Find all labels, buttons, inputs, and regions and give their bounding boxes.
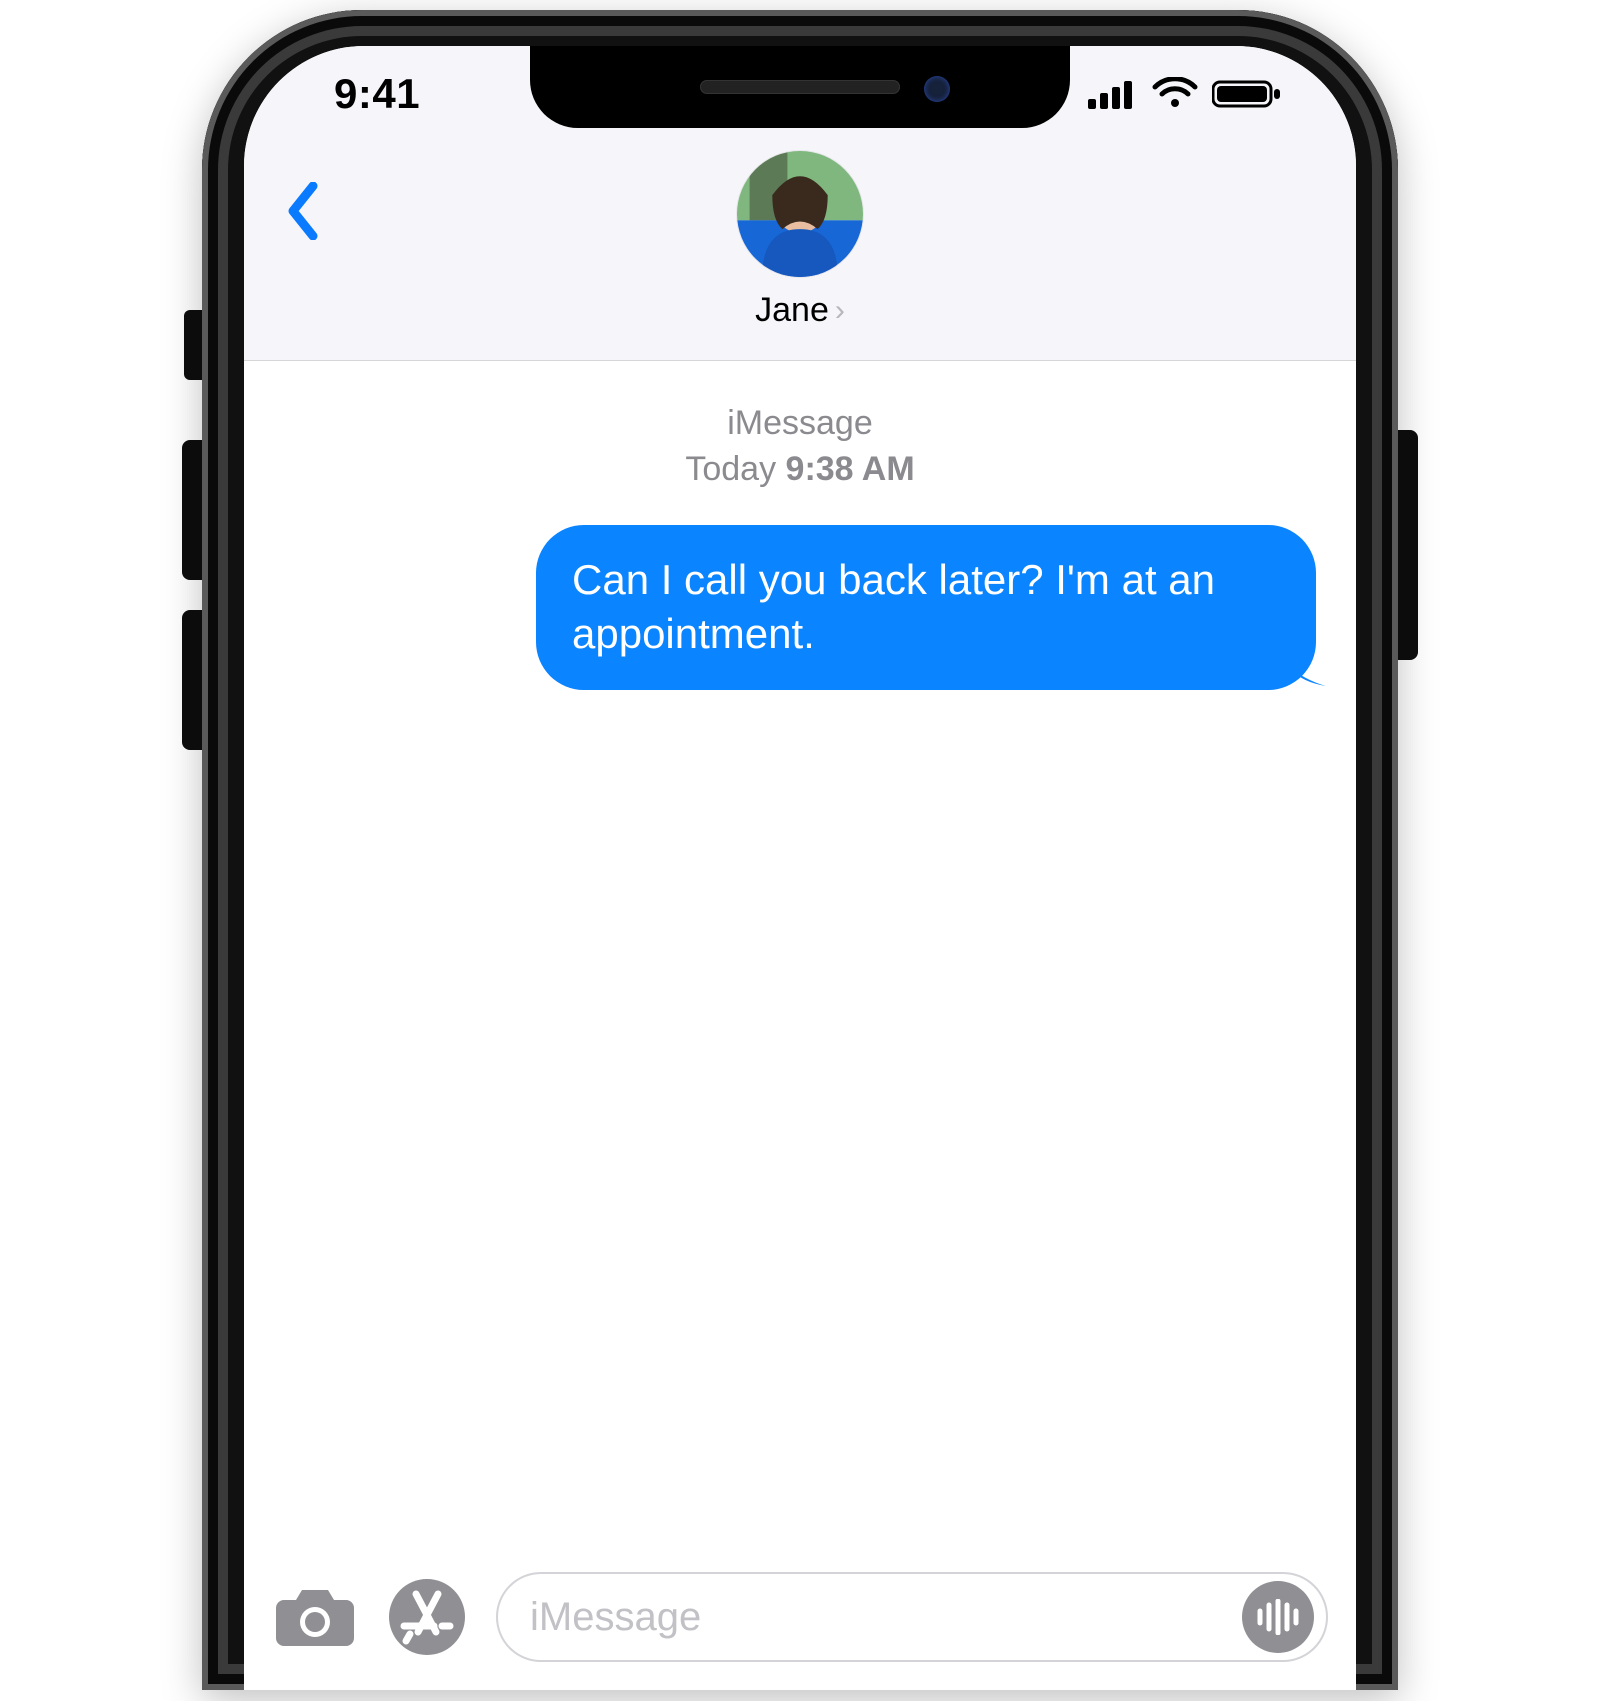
volume-up-button[interactable]	[182, 440, 202, 580]
conversation-header: Jane ›	[244, 141, 1356, 361]
chevron-right-icon: ›	[835, 296, 845, 326]
message-row: Can I call you back later? I'm at an app…	[284, 525, 1316, 690]
voice-message-button[interactable]	[1242, 1581, 1314, 1653]
message-text: Can I call you back later? I'm at an app…	[572, 556, 1215, 658]
wifi-icon	[1152, 77, 1198, 111]
camera-button[interactable]	[272, 1574, 358, 1660]
compose-bar	[244, 1548, 1356, 1690]
cellular-icon	[1088, 79, 1138, 109]
mute-switch[interactable]	[184, 310, 202, 380]
audio-waveform-icon	[1256, 1599, 1300, 1635]
message-thread[interactable]: iMessage Today 9:38 AM Can I call you ba…	[244, 361, 1356, 690]
status-icons	[1088, 77, 1296, 111]
contact-name-button[interactable]: Jane ›	[755, 291, 845, 330]
status-time: 9:41	[304, 70, 420, 118]
volume-down-button[interactable]	[182, 610, 202, 750]
contact-name-label: Jane	[755, 291, 829, 330]
camera-icon	[276, 1586, 354, 1648]
bubble-tail-icon	[1286, 646, 1326, 686]
sent-message-bubble[interactable]: Can I call you back later? I'm at an app…	[536, 525, 1316, 690]
phone-frame: 9:41	[202, 10, 1398, 1690]
earpiece-speaker	[700, 80, 900, 94]
message-input-container[interactable]	[496, 1572, 1328, 1662]
battery-icon	[1212, 79, 1282, 109]
front-sensor	[924, 76, 950, 102]
back-button[interactable]	[272, 171, 332, 251]
thread-timestamp: iMessage Today 9:38 AM	[284, 401, 1316, 493]
side-button[interactable]	[1398, 430, 1418, 660]
notch	[530, 46, 1070, 128]
app-store-icon	[386, 1576, 468, 1658]
day-label: Today	[685, 450, 785, 488]
screen: 9:41	[244, 46, 1356, 1690]
service-label: iMessage	[284, 401, 1316, 447]
time-label: 9:38 AM	[786, 450, 915, 488]
chevron-left-icon	[285, 182, 319, 240]
contact-avatar[interactable]	[737, 151, 863, 277]
message-input[interactable]	[530, 1595, 1242, 1640]
app-store-button[interactable]	[384, 1574, 470, 1660]
